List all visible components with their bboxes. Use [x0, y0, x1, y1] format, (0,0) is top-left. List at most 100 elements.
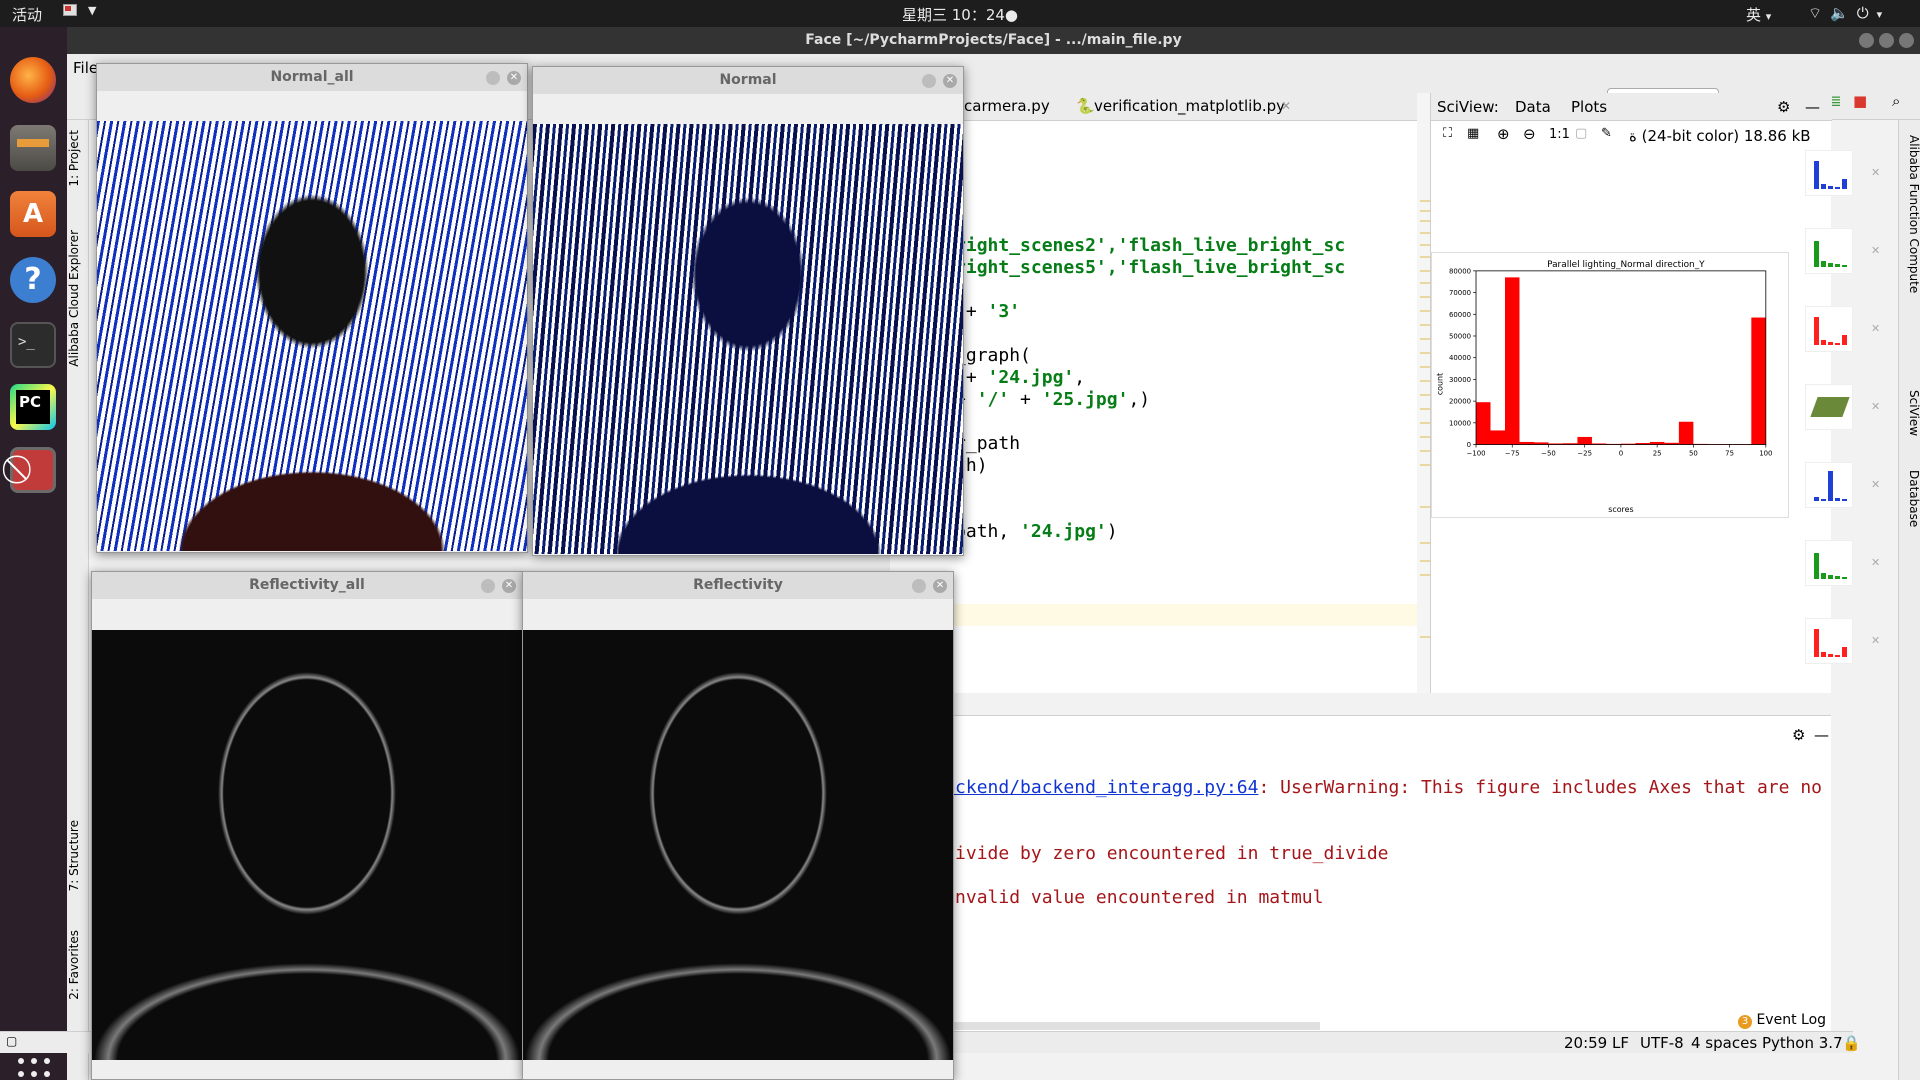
zoom-out-icon[interactable]: ⊖ — [1523, 125, 1536, 143]
caret-position[interactable]: 20:59 — [1564, 1034, 1607, 1052]
window-normal-all[interactable]: Normal_all ✕ — [96, 63, 528, 553]
change-marker[interactable] — [1420, 244, 1430, 246]
python-interpreter[interactable]: Python 3.7 — [1762, 1034, 1843, 1052]
firefox-icon[interactable] — [10, 57, 56, 103]
window-reflectivity[interactable]: Reflectivity ✕ — [522, 571, 954, 1080]
color-picker-icon[interactable]: ✎ — [1601, 126, 1612, 141]
zoom-in-icon[interactable]: ⊕ — [1497, 125, 1510, 143]
change-marker[interactable] — [1420, 296, 1430, 298]
histogram-plot[interactable]: Parallel lighting_Normal direction_Y sco… — [1431, 252, 1789, 518]
change-marker[interactable] — [1420, 210, 1430, 212]
remove-thumbnail-icon[interactable]: ✕ — [1871, 634, 1880, 647]
window-minimize-button[interactable] — [481, 579, 495, 593]
plot-thumbnail[interactable] — [1805, 306, 1853, 352]
change-marker[interactable] — [1420, 450, 1430, 452]
window-minimize-button[interactable] — [486, 71, 500, 85]
pycharm-icon[interactable]: PC — [10, 384, 56, 430]
close-tab-icon[interactable]: ✕ — [1281, 99, 1291, 113]
window-close-button[interactable]: ✕ — [507, 71, 521, 85]
fit-icon[interactable]: ⛶ — [1443, 126, 1452, 141]
maximize-button[interactable] — [1879, 33, 1894, 48]
change-marker[interactable] — [1420, 422, 1430, 424]
plot-thumbnail[interactable] — [1805, 462, 1853, 508]
remove-thumbnail-icon[interactable]: ✕ — [1871, 322, 1880, 335]
tool-tab-structure[interactable]: 7: Structure — [67, 820, 89, 891]
window-title-normal-all[interactable]: Normal_all — [97, 64, 527, 91]
change-marker[interactable] — [1420, 464, 1430, 466]
change-marker[interactable] — [1420, 436, 1430, 438]
window-title-reflectivity-all[interactable]: Reflectivity_all — [92, 572, 522, 599]
close-button[interactable] — [1899, 33, 1914, 48]
help-icon[interactable]: ? — [10, 257, 56, 303]
plot-thumbnail[interactable] — [1805, 384, 1853, 430]
window-minimize-button[interactable] — [912, 579, 926, 593]
plot-thumbnail[interactable] — [1805, 150, 1853, 196]
plot-thumbnail[interactable] — [1805, 618, 1853, 664]
change-marker[interactable] — [1420, 560, 1430, 562]
hide-panel-icon[interactable]: — — [1805, 98, 1820, 116]
file-encoding[interactable]: UTF-8 — [1640, 1034, 1684, 1052]
search-icon[interactable]: ⌕ — [1892, 92, 1900, 110]
tool-tab-sciview[interactable]: SciView — [1901, 390, 1920, 436]
tool-tab-database[interactable]: Database — [1901, 470, 1920, 527]
change-marker[interactable] — [1420, 408, 1430, 410]
change-marker[interactable] — [1420, 366, 1430, 368]
window-reflectivity-all[interactable]: Reflectivity_all ✕ — [91, 571, 523, 1080]
tool-tab-favorites[interactable]: 2: Favorites — [67, 930, 89, 1000]
plot-thumbnail[interactable] — [1805, 540, 1853, 586]
change-marker[interactable] — [1420, 270, 1430, 272]
sciview-tab-data[interactable]: Data — [1515, 98, 1551, 116]
grid-icon[interactable]: ▦ — [1467, 126, 1479, 141]
change-marker[interactable] — [1420, 324, 1430, 326]
tool-tab-alibaba-cloud[interactable]: Alibaba Cloud Explorer — [67, 230, 89, 367]
files-icon[interactable] — [10, 125, 56, 171]
remove-thumbnail-icon[interactable]: ✕ — [1871, 166, 1880, 179]
change-marker[interactable] — [1420, 200, 1430, 202]
panel-toggle-icon[interactable]: ▢ — [6, 1034, 17, 1048]
system-tray[interactable]: ⌔🔈⏻▾ — [1808, 4, 1890, 23]
change-marker[interactable] — [1420, 352, 1430, 354]
change-marker[interactable] — [1420, 220, 1430, 222]
window-title-normal[interactable]: Normal — [533, 67, 963, 94]
stop-icon[interactable]: ■ — [1853, 92, 1867, 110]
remove-thumbnail-icon[interactable]: ✕ — [1871, 556, 1880, 569]
sciview-tab-plots[interactable]: Plots — [1571, 98, 1607, 116]
minimize-button[interactable] — [1859, 33, 1874, 48]
clock[interactable]: 星期三 10：24● — [0, 4, 1920, 25]
change-marker[interactable] — [1420, 506, 1430, 508]
editor-tab-verification[interactable]: verification_matplotlib.py — [1094, 97, 1285, 115]
tool-tab-project[interactable]: 1: Project — [67, 130, 89, 187]
gear-icon[interactable]: ⚙ — [1777, 98, 1790, 116]
console-hide-icon[interactable]: — — [1814, 726, 1829, 744]
change-marker[interactable] — [1420, 338, 1430, 340]
active-app-icon[interactable] — [10, 447, 56, 493]
change-marker[interactable] — [1420, 232, 1430, 234]
change-marker[interactable] — [1420, 394, 1430, 396]
remove-thumbnail-icon[interactable]: ✕ — [1871, 400, 1880, 413]
run-console[interactable]: ⚙ — lib_backend/backend_interagg.py:64: … — [890, 715, 1831, 1045]
lock-icon[interactable]: 🔒 — [1842, 1034, 1861, 1052]
plot-thumbnail[interactable] — [1805, 228, 1853, 274]
window-close-button[interactable]: ✕ — [502, 579, 516, 593]
actual-size-button[interactable]: 1:1 — [1549, 127, 1570, 142]
indent-setting[interactable]: 4 spaces — [1691, 1034, 1757, 1052]
terminal-icon[interactable]: >_ — [10, 322, 56, 368]
remove-thumbnail-icon[interactable]: ✕ — [1871, 478, 1880, 491]
window-close-button[interactable]: ✕ — [943, 74, 957, 88]
editor-tab-carmera[interactable]: carmera.py — [964, 97, 1050, 115]
window-close-button[interactable]: ✕ — [933, 579, 947, 593]
change-marker[interactable] — [1420, 310, 1430, 312]
window-minimize-button[interactable] — [922, 74, 936, 88]
window-title-reflectivity[interactable]: Reflectivity — [523, 572, 953, 599]
console-gear-icon[interactable]: ⚙ — [1792, 726, 1805, 744]
change-marker[interactable] — [1420, 574, 1430, 576]
change-marker[interactable] — [1420, 282, 1430, 284]
event-log-button[interactable]: 3 Event Log — [1738, 1012, 1826, 1029]
input-method-indicator[interactable]: 英 ▾ — [1746, 4, 1771, 25]
window-normal[interactable]: Normal ✕ — [532, 66, 964, 556]
change-marker[interactable] — [1420, 636, 1430, 638]
change-marker[interactable] — [1420, 256, 1430, 258]
show-apps-icon[interactable] — [18, 1058, 50, 1080]
tool-tab-alibaba-function[interactable]: Alibaba Function Compute — [1901, 135, 1920, 293]
code-editor[interactable]: carmera.py 🐍 verification_matplotlib.py … — [890, 93, 1430, 693]
